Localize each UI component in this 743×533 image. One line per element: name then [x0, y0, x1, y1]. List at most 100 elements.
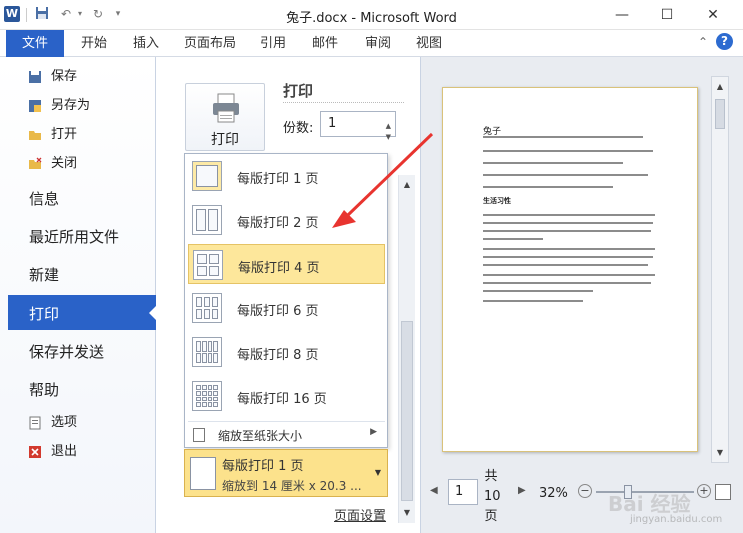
option-label: 每版打印 16 页 [237, 392, 327, 407]
text-line [483, 222, 653, 224]
print-button[interactable]: 打印 [185, 83, 265, 151]
nav-item-save-send[interactable]: 保存并发送 [29, 341, 104, 362]
nav-item-info[interactable]: 信息 [29, 188, 59, 209]
nav-item-print-label: 打印 [29, 305, 60, 323]
tab-file[interactable]: 文件 [6, 30, 64, 57]
eight-pages-icon [192, 337, 222, 367]
tab-home[interactable]: 开始 [81, 33, 107, 57]
option-label: 每版打印 6 页 [237, 304, 319, 319]
option-1-page[interactable]: 每版打印 1 页 [188, 156, 385, 196]
exit-icon [28, 445, 42, 459]
nav-item-label: 退出 [51, 444, 78, 459]
submenu-arrow-icon: ▶ [370, 427, 377, 437]
zoom-level[interactable]: 32% [539, 486, 568, 501]
close-button[interactable]: ✕ [690, 0, 736, 30]
copies-input[interactable]: 1 ▲ ▼ [320, 111, 396, 141]
copies-label: 份数: [283, 121, 314, 136]
nav-item-print[interactable]: 打印 [8, 295, 157, 330]
six-pages-icon [192, 293, 222, 323]
current-page-input[interactable]: 1 [448, 479, 478, 505]
maximize-button[interactable]: ☐ [644, 0, 690, 30]
copies-value: 1 [328, 116, 337, 131]
nav-item-label: 选项 [51, 415, 78, 430]
option-4-pages[interactable]: 每版打印 4 页 [188, 244, 385, 284]
tab-page-layout[interactable]: 页面布局 [184, 33, 236, 57]
nav-item-help[interactable]: 帮助 [29, 379, 59, 400]
one-page-icon [192, 161, 222, 191]
text-line [483, 300, 583, 302]
preview-scrollbar[interactable]: ▲ ▼ [711, 76, 729, 463]
scale-page-icon [193, 428, 205, 442]
page-total: 共 10 页 [484, 469, 501, 524]
tab-insert[interactable]: 插入 [133, 33, 159, 57]
nav-item-recent[interactable]: 最近所用文件 [29, 226, 119, 247]
nav-item-new[interactable]: 新建 [29, 264, 59, 285]
print-heading: 打印 [283, 82, 314, 100]
folder-close-icon [28, 157, 42, 171]
sixteen-pages-icon [192, 381, 222, 411]
folder-open-icon [28, 128, 42, 142]
ribbon-tabs: 文件 开始 插入 页面布局 引用 邮件 审阅 视图 ⌃ [0, 30, 743, 57]
text-line [483, 136, 643, 138]
text-line [483, 264, 648, 266]
preview-subheading: 生活习性 [483, 197, 511, 205]
ribbon-collapse-icon[interactable]: ⌃ [698, 35, 708, 49]
option-label: 每版打印 8 页 [237, 348, 319, 363]
option-label: 每版打印 1 页 [237, 172, 319, 187]
previous-page-icon[interactable]: ◀ [430, 485, 438, 496]
dropdown-divider [188, 421, 385, 422]
save-icon [28, 70, 42, 84]
chevron-down-icon: ▼ [374, 468, 381, 477]
pages-per-sheet-value: 每版打印 1 页 [222, 459, 304, 474]
two-pages-icon [192, 205, 222, 235]
scrollbar-thumb[interactable] [401, 321, 413, 501]
option-8-pages[interactable]: 每版打印 8 页 [188, 332, 385, 372]
tab-review[interactable]: 审阅 [365, 33, 391, 57]
tab-references[interactable]: 引用 [260, 33, 286, 57]
option-6-pages[interactable]: 每版打印 6 页 [188, 288, 385, 328]
text-line [483, 150, 653, 152]
text-line [483, 248, 655, 250]
title-bar: W ↶ ▾ ↻ ▾ 兔子.docx - Microsoft Word — ☐ ✕ [0, 0, 743, 30]
pages-per-sheet-dropdown: 每版打印 1 页 每版打印 2 页 每版打印 4 页 每版打印 6 页 每版打印… [184, 153, 388, 448]
zoom-in-button[interactable]: + [697, 484, 711, 498]
scale-to-paper-item[interactable]: 缩放至纸张大小 ▶ [188, 424, 385, 446]
help-icon[interactable]: ? [716, 33, 733, 50]
baidu-watermark: Bai 经验 [608, 492, 691, 516]
scroll-up-icon[interactable]: ▲ [712, 79, 728, 95]
text-line [483, 274, 655, 276]
settings-scrollbar[interactable]: ▲ ▼ [398, 175, 415, 523]
page-setup-link[interactable]: 页面设置 [334, 505, 386, 524]
text-line [483, 290, 593, 292]
scroll-down-icon[interactable]: ▼ [399, 505, 415, 521]
save-as-icon [28, 99, 42, 113]
scale-to-paper-label: 缩放至纸张大小 [218, 429, 303, 443]
option-label: 每版打印 2 页 [237, 216, 319, 231]
scroll-up-icon[interactable]: ▲ [399, 177, 415, 193]
preview-page: 兔子 生活习性 [442, 87, 698, 452]
next-page-icon[interactable]: ▶ [518, 485, 526, 496]
minimize-button[interactable]: — [599, 0, 645, 30]
zoom-out-button[interactable]: − [578, 484, 592, 498]
tab-view[interactable]: 视图 [416, 33, 442, 57]
text-line [483, 174, 648, 176]
four-pages-icon [193, 250, 223, 280]
text-line [483, 256, 653, 258]
baidu-watermark-url: jingyan.baidu.com [630, 514, 723, 525]
active-indicator [149, 305, 157, 321]
option-16-pages[interactable]: 每版打印 16 页 [188, 376, 385, 416]
printer-icon [213, 93, 239, 123]
nav-item-label: 打开 [51, 127, 78, 142]
pages-per-sheet-select[interactable]: 每版打印 1 页 缩放到 14 厘米 x 20.3 ... ▼ [184, 449, 388, 497]
backstage-nav: 保存 另存为 打开 关闭 信息 最近所用文件 新建 打印 保存并发送 帮助 选项… [0, 57, 157, 533]
text-line [483, 282, 651, 284]
copies-down-icon[interactable]: ▼ [386, 125, 391, 149]
text-line [483, 162, 623, 164]
zoom-to-page-icon[interactable] [715, 484, 731, 500]
scrollbar-thumb[interactable] [715, 99, 725, 129]
text-line [483, 238, 543, 240]
option-2-pages[interactable]: 每版打印 2 页 [188, 200, 385, 240]
tab-mailings[interactable]: 邮件 [312, 33, 338, 57]
nav-item-label: 保存 [51, 69, 78, 84]
scroll-down-icon[interactable]: ▼ [712, 445, 728, 461]
